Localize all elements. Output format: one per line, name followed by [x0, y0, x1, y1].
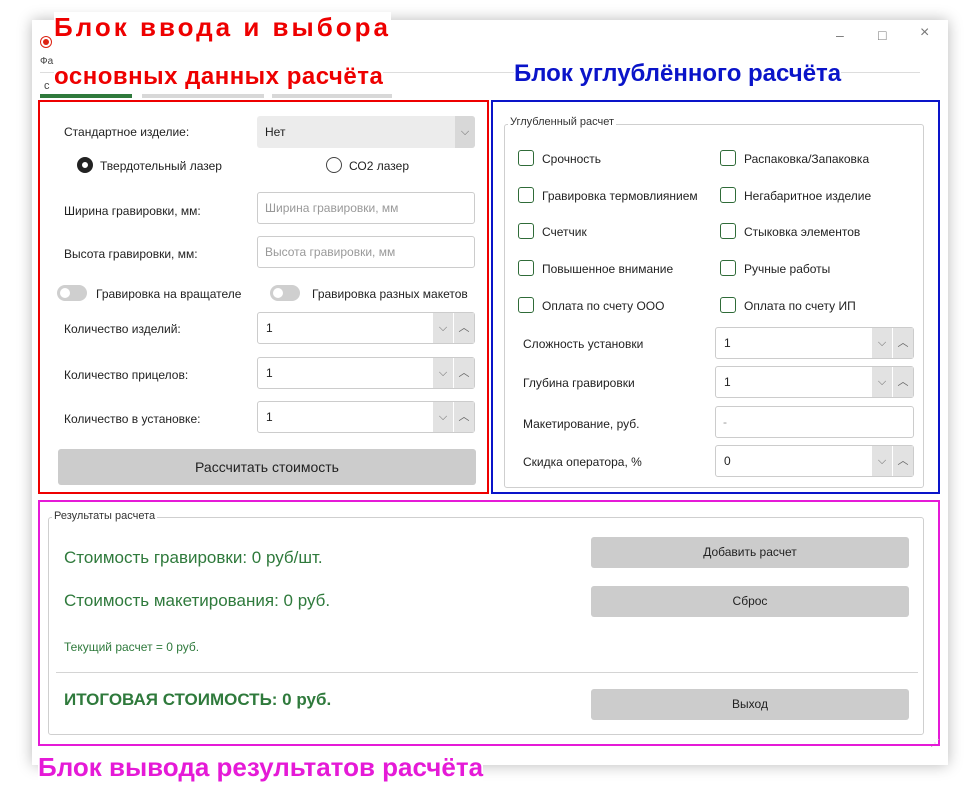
annotation-input-block-line1: Блок ввода и выбора [54, 12, 392, 42]
qty-items-value: 1 [266, 321, 273, 335]
resize-grip-icon[interactable]: ⋰ [930, 738, 940, 749]
checkbox-unpacking[interactable] [720, 150, 736, 166]
checkbox-invoice-ip[interactable] [720, 297, 736, 313]
qty-items-label: Количество изделий: [64, 322, 181, 336]
height-label: Высота гравировки, мм: [64, 247, 198, 261]
qty-sights-label: Количество прицелов: [64, 368, 189, 382]
layout-input[interactable]: - [715, 406, 914, 438]
checkbox-counter[interactable] [518, 223, 534, 239]
checkbox-label: Распаковка/Запаковка [744, 152, 870, 166]
engraving-depth-label: Глубина гравировки [523, 376, 635, 390]
engraving-depth-stepper[interactable]: 1 ⌵ ︿ [715, 366, 914, 398]
checkbox-label: Гравировка термовлиянием [542, 189, 698, 203]
window-title-fragment: Фа [40, 56, 54, 67]
chevron-up-icon[interactable]: ︿ [893, 446, 913, 476]
chevron-down-icon[interactable]: ⌵ [455, 116, 475, 148]
setup-complexity-value: 1 [724, 336, 731, 350]
chevron-down-icon[interactable]: ⌵ [872, 328, 892, 358]
chevron-up-icon[interactable]: ︿ [893, 367, 913, 397]
annotation-advanced-block: Блок углублённого расчёта [514, 59, 842, 89]
setup-complexity-stepper[interactable]: 1 ⌵ ︿ [715, 327, 914, 359]
close-icon[interactable]: × [920, 25, 929, 41]
qty-items-stepper[interactable]: 1 ⌵ ︿ [257, 312, 475, 344]
tab-second-indicator[interactable] [142, 94, 264, 98]
chevron-down-icon[interactable]: ⌵ [433, 358, 453, 388]
checkbox-label: Повышенное внимание [542, 262, 674, 276]
chevron-down-icon[interactable]: ⌵ [433, 313, 453, 343]
checkbox-label: Оплата по счету ООО [542, 299, 665, 313]
checkbox-urgency[interactable] [518, 150, 534, 166]
chevron-up-icon[interactable]: ︿ [454, 313, 474, 343]
reset-button[interactable]: Сброс [591, 586, 909, 617]
width-label: Ширина гравировки, мм: [64, 204, 201, 218]
layouts-toggle[interactable] [270, 285, 300, 301]
solid-laser-label: Твердотельный лазер [100, 159, 222, 173]
checkbox-label: Оплата по счету ИП [744, 299, 856, 313]
qty-setup-stepper[interactable]: 1 ⌵ ︿ [257, 401, 475, 433]
standard-item-label: Стандартное изделие: [64, 125, 190, 139]
tab-third-indicator[interactable] [272, 94, 392, 98]
checkbox-oversized[interactable] [720, 187, 736, 203]
checkbox-label: Счетчик [542, 225, 587, 239]
engraving-cost-text: Стоимость гравировки: 0 руб/шт. [64, 548, 323, 567]
annotation-output-block: Блок вывода результатов расчёта [38, 752, 484, 782]
layouts-toggle-label: Гравировка разных макетов [312, 287, 468, 301]
chevron-down-icon[interactable]: ⌵ [872, 367, 892, 397]
total-cost-text: ИТОГОВАЯ СТОИМОСТЬ: 0 руб. [64, 690, 332, 709]
discount-value: 0 [724, 454, 731, 468]
checkbox-invoice-ooo[interactable] [518, 297, 534, 313]
qty-sights-value: 1 [266, 366, 273, 380]
layout-label: Макетирование, руб. [523, 417, 640, 431]
app-logo-icon [40, 36, 52, 48]
add-calculation-button[interactable]: Добавить расчет [591, 537, 909, 568]
standard-item-select[interactable]: Нет ⌵ [257, 116, 475, 148]
checkbox-manual[interactable] [720, 260, 736, 276]
standard-item-value: Нет [265, 125, 286, 139]
results-group-title: Результаты расчета [52, 510, 158, 522]
engraving-depth-value: 1 [724, 375, 731, 389]
co2-laser-radio[interactable] [326, 157, 342, 173]
height-input[interactable]: Высота гравировки, мм [257, 236, 475, 268]
chevron-down-icon[interactable]: ⌵ [872, 446, 892, 476]
tab-main-indicator[interactable] [40, 94, 132, 98]
checkbox-attention[interactable] [518, 260, 534, 276]
checkbox-thermal[interactable] [518, 187, 534, 203]
checkbox-joining[interactable] [720, 223, 736, 239]
tab-fragment[interactable]: с [44, 80, 50, 92]
checkbox-label: Стыковка элементов [744, 225, 861, 239]
minimize-icon[interactable]: – [836, 28, 844, 42]
advanced-group-title: Углубленный расчет [508, 116, 617, 128]
co2-laser-label: СО2 лазер [349, 159, 409, 173]
solid-laser-radio[interactable] [77, 157, 93, 173]
current-calc-text: Текущий расчет = 0 руб. [64, 640, 200, 654]
chevron-up-icon[interactable]: ︿ [454, 402, 474, 432]
discount-label: Скидка оператора, % [523, 455, 642, 469]
qty-setup-label: Количество в установке: [64, 412, 201, 426]
checkbox-label: Негабаритное изделие [744, 189, 872, 203]
checkbox-label: Срочность [542, 152, 602, 166]
rotator-toggle[interactable] [57, 285, 87, 301]
calculate-button[interactable]: Рассчитать стоимость [58, 449, 476, 485]
maximize-icon[interactable]: □ [878, 28, 886, 42]
chevron-up-icon[interactable]: ︿ [893, 328, 913, 358]
results-divider [56, 672, 918, 673]
chevron-up-icon[interactable]: ︿ [454, 358, 474, 388]
checkbox-label: Ручные работы [744, 262, 831, 276]
qty-setup-value: 1 [266, 410, 273, 424]
exit-button[interactable]: Выход [591, 689, 909, 720]
discount-stepper[interactable]: 0 ⌵ ︿ [715, 445, 914, 477]
width-input[interactable]: Ширина гравировки, мм [257, 192, 475, 224]
layout-cost-text: Стоимость макетирования: 0 руб. [64, 591, 331, 610]
setup-complexity-label: Сложность установки [523, 337, 644, 351]
rotator-toggle-label: Гравировка на вращателе [96, 287, 242, 301]
qty-sights-stepper[interactable]: 1 ⌵ ︿ [257, 357, 475, 389]
chevron-down-icon[interactable]: ⌵ [433, 402, 453, 432]
annotation-input-block-line2: основных данных расчёта [54, 62, 384, 92]
